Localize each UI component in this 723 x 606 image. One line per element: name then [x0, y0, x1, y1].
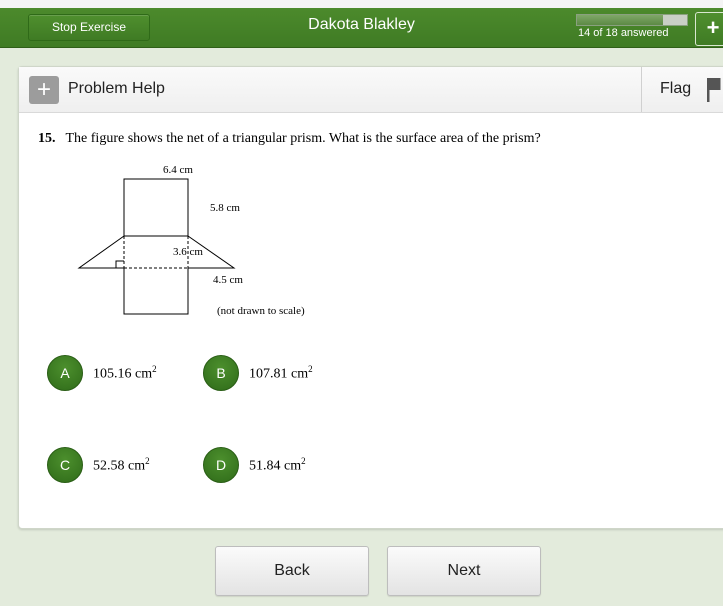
next-button[interactable]: Next — [387, 546, 541, 596]
back-button[interactable]: Back — [215, 546, 369, 596]
choice-d-bubble[interactable]: D — [203, 447, 239, 483]
label-top-width: 6.4 cm — [163, 164, 193, 176]
choice-b-text: 107.81 cm2 — [249, 363, 313, 382]
question-prompt: The figure shows the net of a triangular… — [65, 131, 541, 146]
label-base-side: 4.5 cm — [213, 274, 243, 286]
progress-bar — [576, 14, 688, 26]
choice-a-bubble[interactable]: A — [47, 355, 83, 391]
choice-c-bubble[interactable]: C — [47, 447, 83, 483]
choice-b-bubble[interactable]: B — [203, 355, 239, 391]
progress-bar-fill — [577, 15, 663, 25]
expand-plus-button[interactable]: + — [695, 12, 723, 46]
choice-c-text: 52.58 cm2 — [93, 455, 150, 474]
choice-b[interactable]: B 107.81 cm2 — [203, 355, 313, 391]
flag-label: Flag — [660, 80, 692, 97]
progress-text: 14 of 18 answered — [578, 27, 669, 39]
panel-header: + Problem Help Flag — [19, 67, 723, 113]
flag-button[interactable]: Flag — [641, 67, 723, 112]
question-panel: + Problem Help Flag 15. The figure shows … — [18, 66, 723, 529]
prism-net-figure: 6.4 cm 5.8 cm 3.6 cm 4.5 cm (not drawn t… — [77, 164, 305, 317]
question-text: 15. The figure shows the net of a triangu… — [38, 131, 541, 147]
choice-d[interactable]: D 51.84 cm2 — [203, 447, 306, 483]
problem-help-plus-icon[interactable]: + — [29, 76, 59, 104]
label-not-to-scale: (not drawn to scale) — [217, 305, 305, 317]
label-triangle-height: 3.6 cm — [173, 246, 203, 258]
stop-exercise-button[interactable]: Stop Exercise — [28, 14, 150, 41]
problem-help-label[interactable]: Problem Help — [68, 80, 165, 98]
flag-icon — [707, 78, 721, 102]
label-side-length: 5.8 cm — [210, 202, 240, 214]
choice-c[interactable]: C 52.58 cm2 — [47, 447, 150, 483]
question-number: 15. — [38, 131, 56, 146]
top-bar: Stop Exercise Dakota Blakley 14 of 18 an… — [0, 0, 723, 48]
choice-a[interactable]: A 105.16 cm2 — [47, 355, 157, 391]
choice-a-text: 105.16 cm2 — [93, 363, 157, 382]
choice-d-text: 51.84 cm2 — [249, 455, 306, 474]
